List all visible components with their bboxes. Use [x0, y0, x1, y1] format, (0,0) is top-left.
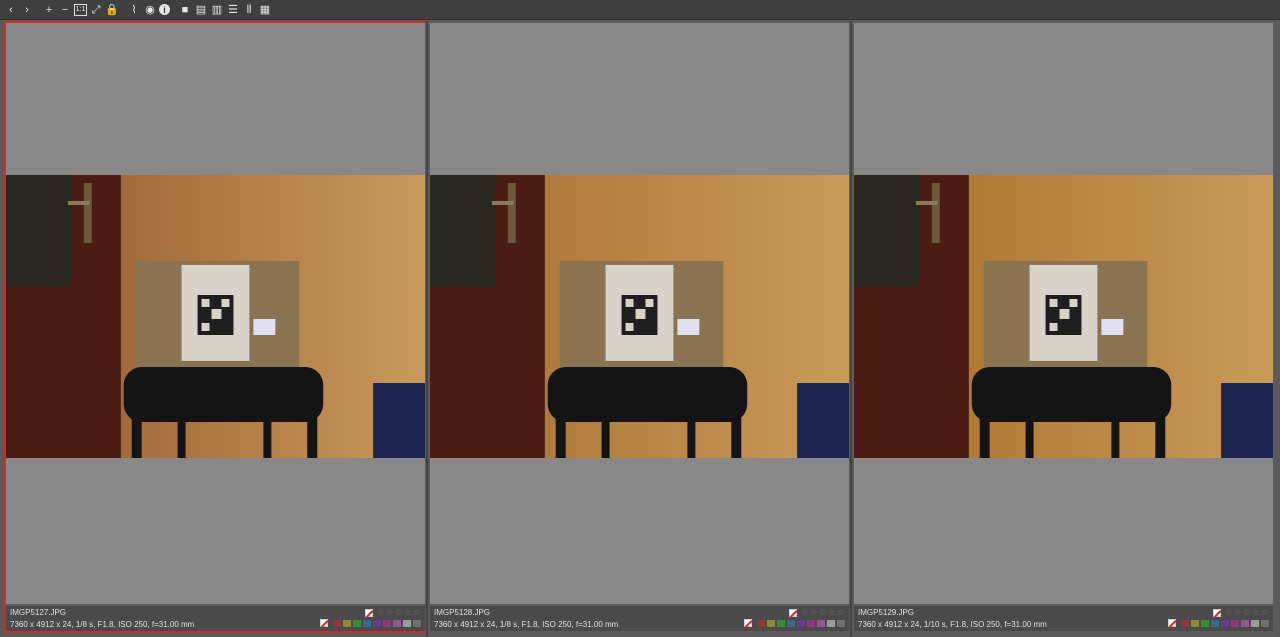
filename-label: IMGP5127.JPG	[10, 608, 67, 617]
color-label-swatch[interactable]	[383, 619, 391, 627]
info-icon[interactable]: i	[159, 4, 170, 15]
color-label-swatch[interactable]	[1201, 619, 1209, 627]
image-pane-3[interactable]: IMGP5129.JPG 7360 x 4912 x 24, 1/10 s, F…	[852, 21, 1275, 637]
color-label-swatch[interactable]	[777, 619, 785, 627]
star-icon[interactable]: ☆	[1225, 607, 1233, 618]
color-label-swatch[interactable]	[353, 619, 361, 627]
rating[interactable]: ☆ ☆ ☆ ☆ ☆	[364, 607, 421, 618]
reject-icon[interactable]	[1212, 608, 1221, 617]
color-label-swatch[interactable]	[363, 619, 371, 627]
pane-divider[interactable]	[850, 21, 852, 637]
color-labels[interactable]	[320, 619, 421, 627]
rating[interactable]: ☆ ☆ ☆ ☆ ☆	[788, 607, 845, 618]
color-label-swatch[interactable]	[797, 619, 805, 627]
star-icon[interactable]: ☆	[395, 607, 403, 618]
star-icon[interactable]: ☆	[413, 607, 421, 618]
star-icon[interactable]: ☆	[810, 607, 818, 618]
pane-frame: IMGP5129.JPG 7360 x 4912 x 24, 1/10 s, F…	[852, 21, 1275, 633]
color-label-swatch[interactable]	[403, 619, 411, 627]
layout-3-vertical-icon[interactable]: ⫴	[242, 3, 256, 17]
star-icon[interactable]: ☆	[1234, 607, 1242, 618]
color-label-swatch[interactable]	[757, 619, 765, 627]
layout-2-horizontal-icon[interactable]: ▤	[194, 3, 208, 17]
clear-label-icon[interactable]	[320, 619, 328, 627]
color-label-swatch[interactable]	[837, 619, 845, 627]
rating[interactable]: ☆ ☆ ☆ ☆ ☆	[1212, 607, 1269, 618]
image-info-bar: IMGP5129.JPG 7360 x 4912 x 24, 1/10 s, F…	[854, 606, 1273, 631]
star-icon[interactable]: ☆	[386, 607, 394, 618]
color-label-swatch[interactable]	[767, 619, 775, 627]
exif-label: 7360 x 4912 x 24, 1/10 s, F1.8, ISO 250,…	[858, 620, 1047, 629]
photo[interactable]	[430, 175, 849, 458]
color-label-swatch[interactable]	[1191, 619, 1199, 627]
color-label-swatch[interactable]	[333, 619, 341, 627]
zoom-100-icon[interactable]: 1:1	[74, 3, 87, 16]
layout-2-vertical-icon[interactable]: ▥	[210, 3, 224, 17]
color-labels[interactable]	[744, 619, 845, 627]
exif-label: 7360 x 4912 x 24, 1/8 s, F1.8, ISO 250, …	[434, 620, 619, 629]
reject-icon[interactable]	[364, 608, 373, 617]
image-canvas[interactable]	[430, 23, 849, 604]
pane-frame: IMGP5128.JPG 7360 x 4912 x 24, 1/8 s, F1…	[428, 21, 851, 633]
color-label-swatch[interactable]	[373, 619, 381, 627]
color-label-swatch[interactable]	[1261, 619, 1269, 627]
color-label-swatch[interactable]	[1211, 619, 1219, 627]
color-label-swatch[interactable]	[827, 619, 835, 627]
star-icon[interactable]: ☆	[837, 607, 845, 618]
color-label-swatch[interactable]	[1231, 619, 1239, 627]
color-label-swatch[interactable]	[1181, 619, 1189, 627]
star-icon[interactable]: ☆	[819, 607, 827, 618]
color-label-swatch[interactable]	[807, 619, 815, 627]
color-labels[interactable]	[1168, 619, 1269, 627]
star-icon[interactable]: ☆	[1243, 607, 1251, 618]
image-canvas[interactable]	[854, 23, 1273, 604]
color-label-swatch[interactable]	[817, 619, 825, 627]
star-icon[interactable]: ☆	[377, 607, 385, 618]
star-icon[interactable]: ☆	[801, 607, 809, 618]
reject-icon[interactable]	[788, 608, 797, 617]
photo[interactable]	[854, 175, 1273, 458]
image-pane-1[interactable]: IMGP5127.JPG 7360 x 4912 x 24, 1/8 s, F1…	[4, 21, 427, 637]
layout-single-icon[interactable]: ■	[178, 3, 192, 17]
zoom-in-icon[interactable]: +	[42, 3, 56, 17]
image-info-bar: IMGP5127.JPG 7360 x 4912 x 24, 1/8 s, F1…	[6, 606, 425, 631]
star-icon[interactable]: ☆	[1261, 607, 1269, 618]
zoom-out-icon[interactable]: −	[58, 3, 72, 17]
exif-label: 7360 x 4912 x 24, 1/8 s, F1.8, ISO 250, …	[10, 620, 195, 629]
focus-peaking-icon[interactable]: ◉	[143, 3, 157, 17]
color-label-swatch[interactable]	[787, 619, 795, 627]
forward-icon[interactable]: ›	[20, 3, 34, 17]
star-icon[interactable]: ☆	[404, 607, 412, 618]
lock-icon[interactable]: 🔒	[105, 3, 119, 17]
filename-label: IMGP5129.JPG	[858, 608, 915, 617]
image-info-bar: IMGP5128.JPG 7360 x 4912 x 24, 1/8 s, F1…	[430, 606, 849, 631]
clear-label-icon[interactable]	[744, 619, 752, 627]
color-label-swatch[interactable]	[393, 619, 401, 627]
image-canvas[interactable]	[6, 23, 425, 604]
color-label-swatch[interactable]	[1221, 619, 1229, 627]
color-label-swatch[interactable]	[1241, 619, 1249, 627]
star-icon[interactable]: ☆	[1252, 607, 1260, 618]
image-pane-2[interactable]: IMGP5128.JPG 7360 x 4912 x 24, 1/8 s, F1…	[428, 21, 851, 637]
clear-label-icon[interactable]	[1168, 619, 1176, 627]
histogram-icon[interactable]: ⌇	[127, 3, 141, 17]
filename-label: IMGP5128.JPG	[434, 608, 491, 617]
layout-3-horizontal-icon[interactable]: ☰	[226, 3, 240, 17]
color-label-swatch[interactable]	[413, 619, 421, 627]
star-icon[interactable]: ☆	[828, 607, 836, 618]
photo[interactable]	[6, 175, 425, 458]
color-label-swatch[interactable]	[343, 619, 351, 627]
zoom-fit-icon[interactable]: ⤢	[89, 3, 103, 17]
back-icon[interactable]: ‹	[4, 3, 18, 17]
image-viewer: IMGP5127.JPG 7360 x 4912 x 24, 1/8 s, F1…	[0, 21, 1280, 637]
toolbar: ‹ › + −1:1 ⤢ 🔒 ⌇ ◉ i ■ ▤ ▥ ☰ ⫴ ▦	[0, 0, 1280, 20]
pane-divider[interactable]	[426, 21, 428, 637]
color-label-swatch[interactable]	[1251, 619, 1259, 627]
pane-frame: IMGP5127.JPG 7360 x 4912 x 24, 1/8 s, F1…	[4, 21, 427, 633]
layout-grid-icon[interactable]: ▦	[258, 3, 272, 17]
